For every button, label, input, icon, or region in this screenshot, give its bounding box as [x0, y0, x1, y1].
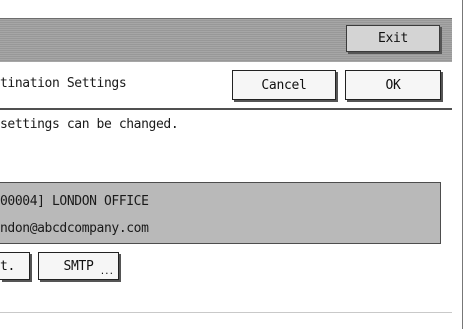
- smtp-button-label: SMTP: [63, 258, 94, 274]
- cancel-button[interactable]: Cancel: [232, 70, 336, 100]
- exit-button[interactable]: Exit: [346, 25, 440, 52]
- more-options-icon: ...: [99, 267, 114, 277]
- info-message: settings can be changed.: [0, 117, 179, 132]
- ext-button[interactable]: t.: [0, 252, 30, 280]
- title-bar: tination Settings Cancel OK: [0, 62, 452, 110]
- divider: [0, 312, 452, 313]
- page-title: tination Settings: [0, 76, 127, 91]
- exit-button-label: Exit: [377, 31, 409, 46]
- settings-screen: Exit tination Settings Cancel OK setting…: [0, 0, 463, 329]
- destination-entry: 00004] LONDON OFFICE ndon@abcdcompany.co…: [0, 182, 441, 244]
- ok-button[interactable]: OK: [345, 70, 441, 100]
- cancel-button-label: Cancel: [261, 77, 307, 93]
- ext-button-label: t.: [0, 258, 16, 274]
- destination-name: 00004] LONDON OFFICE: [0, 194, 149, 209]
- destination-email: ndon@abcdcompany.com: [0, 221, 149, 236]
- smtp-button[interactable]: SMTP ...: [38, 252, 119, 280]
- ok-button-label: OK: [385, 77, 401, 93]
